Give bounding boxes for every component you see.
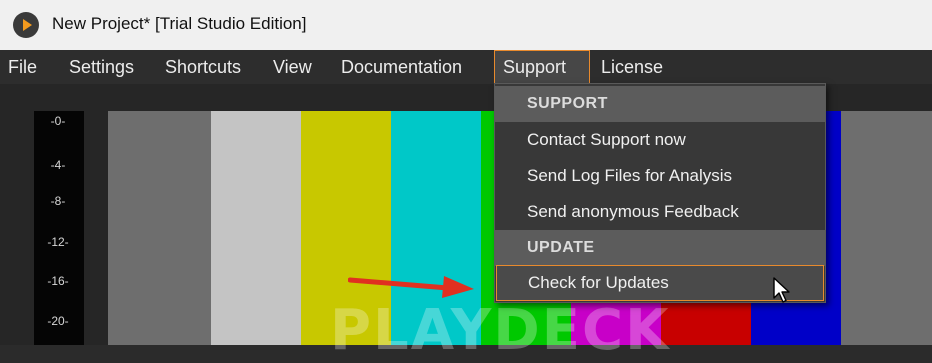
window-title: New Project* [Trial Studio Edition]	[52, 14, 307, 33]
menu-license[interactable]: License	[601, 50, 663, 84]
meter-label: -4-	[50, 158, 66, 172]
menu-shortcuts[interactable]: Shortcuts	[165, 50, 241, 84]
meter-label: -0-	[50, 114, 66, 128]
send-feedback-item[interactable]: Send anonymous Feedback	[495, 194, 825, 230]
title-bar: New Project* [Trial Studio Edition]	[0, 0, 932, 50]
menu-support[interactable]: Support	[494, 50, 590, 84]
support-dropdown-menu: SUPPORT Contact Support now Send Log Fil…	[494, 83, 826, 303]
menu-bar: File Settings Shortcuts View Documentati…	[0, 50, 932, 84]
playdeck-logo-icon	[13, 12, 39, 38]
contact-support-item[interactable]: Contact Support now	[495, 122, 825, 158]
mouse-cursor-icon	[773, 277, 790, 303]
send-log-files-item[interactable]: Send Log Files for Analysis	[495, 158, 825, 194]
color-bar-gray	[108, 111, 211, 345]
meter-label: -12-	[47, 235, 69, 249]
menu-settings[interactable]: Settings	[69, 50, 134, 84]
playdeck-watermark: PLAYDECK	[330, 298, 671, 363]
red-arrow-icon	[348, 276, 474, 298]
color-bar-white	[211, 111, 301, 345]
support-section-header: SUPPORT	[495, 86, 825, 122]
meter-label: -16-	[47, 274, 69, 288]
menu-documentation[interactable]: Documentation	[341, 50, 462, 84]
meter-label: -8-	[50, 194, 66, 208]
meter-label: -20-	[47, 314, 69, 328]
menu-view[interactable]: View	[273, 50, 312, 84]
update-section-header: UPDATE	[495, 230, 825, 266]
audio-meter: -0- -4- -8- -12- -16- -20-	[34, 111, 84, 345]
color-bar-gray-right	[841, 111, 932, 345]
menu-file[interactable]: File	[8, 50, 37, 84]
